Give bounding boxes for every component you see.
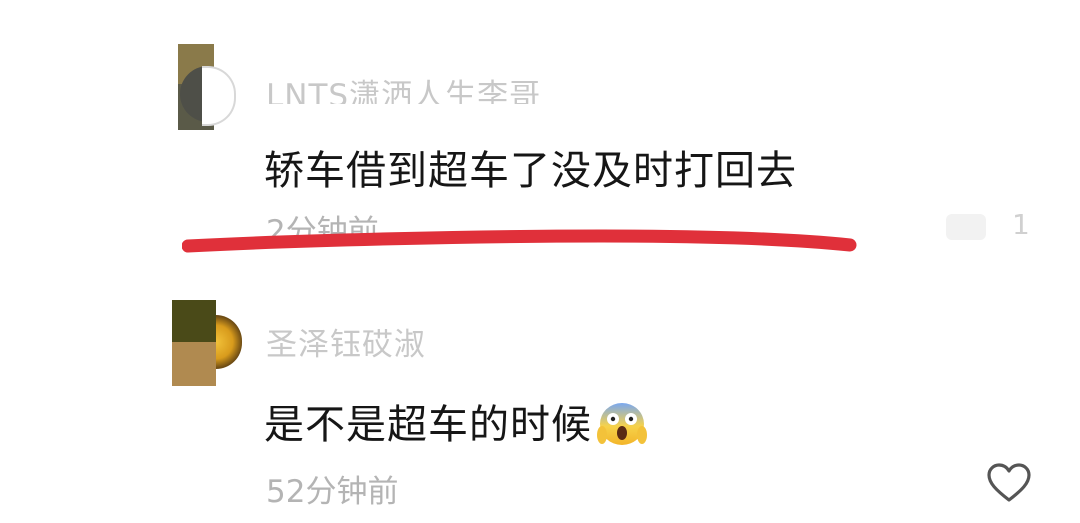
- comment-username[interactable]: LNTS潇洒人生李哥: [266, 74, 541, 104]
- comment-username[interactable]: 圣泽钰砹淑: [266, 326, 426, 362]
- comment-text: 是不是超车的时候: [264, 402, 592, 448]
- like-icon-faded[interactable]: [946, 214, 986, 240]
- like-count: 1: [1012, 208, 1030, 234]
- comment-list: LNTS潇洒人生李哥 轿车借到超车了没及时打回去 2分钟前 1 圣泽钰砹淑 是不…: [0, 0, 1080, 523]
- comment-text-row: 是不是超车的时候: [264, 392, 648, 451]
- face-screaming-in-fear-icon: [597, 403, 647, 445]
- comment-text: 轿车借到超车了没及时打回去: [264, 148, 797, 194]
- avatar[interactable]: [172, 300, 242, 386]
- avatar[interactable]: [178, 44, 240, 130]
- heart-outline-icon[interactable]: [986, 462, 1032, 504]
- red-underline-annotation: [182, 229, 857, 253]
- comment-timestamp: 52分钟前: [266, 474, 399, 510]
